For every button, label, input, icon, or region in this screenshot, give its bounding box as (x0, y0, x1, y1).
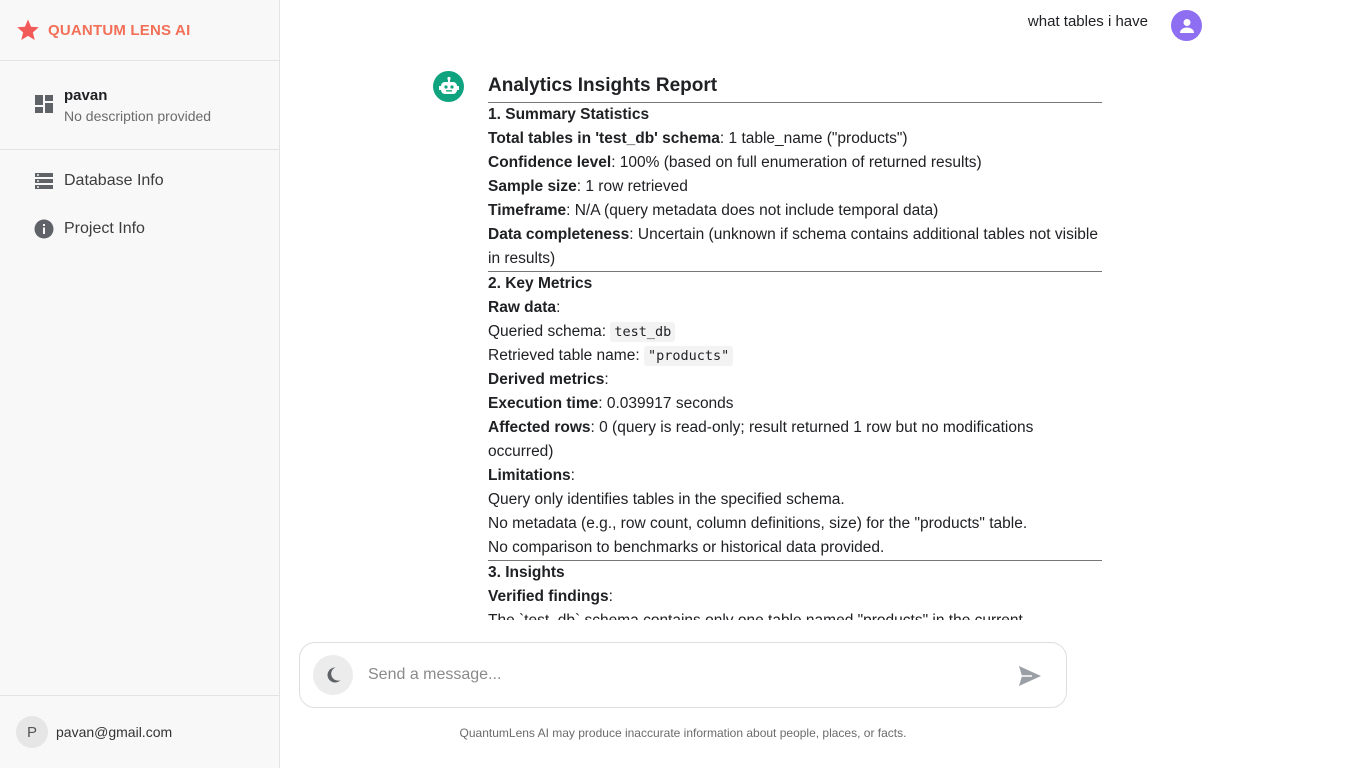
disclaimer-text: QuantumLens AI may produce inaccurate in… (459, 726, 907, 740)
list-item: Sample size: 1 row retrieved (488, 175, 1102, 199)
database-icon (35, 173, 53, 189)
nav-database-info[interactable]: Database Info (0, 157, 279, 205)
theme-toggle-button[interactable] (313, 655, 353, 695)
info-icon (34, 219, 54, 239)
brand-header[interactable]: QUANTUM LENS AI (0, 0, 279, 61)
list-item: Limitations: (488, 464, 1102, 488)
moon-icon (327, 667, 341, 683)
list-item: No comparison to benchmarks or historica… (488, 536, 1102, 560)
project-card[interactable]: pavan No description provided (0, 61, 279, 150)
section-heading: 1. Summary Statistics (488, 106, 650, 123)
list-item: Verified findings: (488, 585, 1102, 609)
list-item: Derived metrics: (488, 368, 1102, 392)
message-composer (299, 642, 1067, 708)
list-item: Execution time: 0.039917 seconds (488, 392, 1102, 416)
report-title: Analytics Insights Report (488, 72, 1102, 103)
section-heading: 3. Insights (488, 564, 565, 581)
list-item: Query only identifies tables in the spec… (488, 488, 1102, 512)
robot-icon (438, 76, 459, 94)
brand-name: QUANTUM LENS AI (48, 21, 191, 39)
star-logo-icon (17, 19, 39, 40)
person-icon (1179, 18, 1194, 33)
list-item: Raw data: (488, 296, 1102, 320)
list-item: Data completeness: Uncertain (unknown if… (488, 223, 1102, 271)
nav-project-info[interactable]: Project Info (0, 205, 279, 253)
user-account[interactable]: P pavan@gmail.com (0, 695, 279, 768)
summary-list: Total tables in 'test_db' schema: 1 tabl… (488, 127, 1102, 272)
list-item: The `test_db` schema contains only one t… (488, 609, 1102, 620)
metrics-list: Raw data: Queried schema: test_db Retrie… (488, 296, 1102, 561)
list-item: No metadata (e.g., row count, column def… (488, 512, 1102, 536)
dashboard-icon (35, 95, 53, 113)
message-input[interactable] (368, 666, 998, 684)
project-description: No description provided (64, 107, 212, 124)
assistant-report: Analytics Insights Report 1. Summary Sta… (488, 72, 1102, 620)
project-name: pavan (64, 86, 108, 104)
bot-avatar (433, 71, 464, 102)
send-icon (1019, 666, 1041, 686)
user-email: pavan@gmail.com (56, 724, 173, 740)
inline-code: test_db (610, 322, 676, 342)
sidebar: QUANTUM LENS AI pavan No description pro… (0, 0, 280, 768)
list-item: Timeframe: N/A (query metadata does not … (488, 199, 1102, 223)
list-item: Retrieved table name: "products" (488, 344, 1102, 368)
list-item: Affected rows: 0 (query is read-only; re… (488, 416, 1102, 464)
user-avatar (1171, 10, 1202, 41)
section-heading: 2. Key Metrics (488, 275, 593, 292)
inline-code: "products" (643, 346, 734, 366)
list-item: Queried schema: test_db (488, 320, 1102, 344)
list-item: Confidence level: 100% (based on full en… (488, 151, 1102, 175)
nav-label: Project Info (64, 220, 145, 237)
insights-list: Verified findings: The `test_db` schema … (488, 585, 1102, 620)
avatar: P (16, 716, 48, 748)
user-message: what tables i have (1027, 13, 1148, 30)
send-button[interactable] (1018, 665, 1042, 687)
list-item: Total tables in 'test_db' schema: 1 tabl… (488, 127, 1102, 151)
nav-label: Database Info (64, 172, 164, 189)
